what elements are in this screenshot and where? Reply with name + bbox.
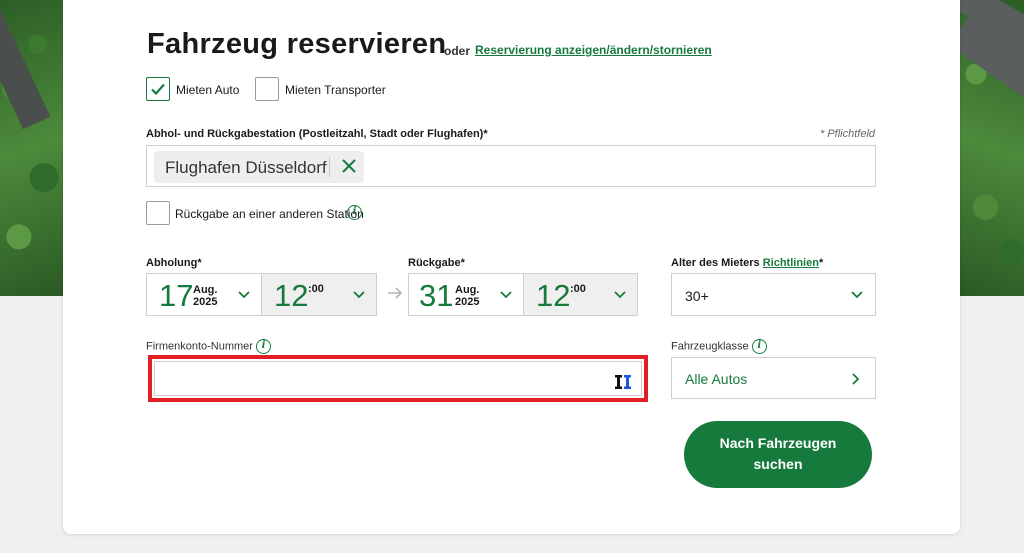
pickup-date-select[interactable]: 17 Aug. 2025 <box>146 273 262 316</box>
info-icon[interactable]: i <box>751 339 767 354</box>
station-chip-text: Flughafen Düsseldorf <box>165 158 327 177</box>
search-button-line1: Nach Fahrzeugen <box>719 435 837 451</box>
chevron-down-icon <box>238 291 250 299</box>
pickup-hour: 12 <box>274 278 309 313</box>
return-month: Aug. <box>455 284 480 296</box>
company-account-label: Firmenkonto-Nummer i <box>146 339 272 354</box>
reservation-form-card: Fahrzeug reservieren oder Reservierung a… <box>63 0 960 534</box>
arrow-right-icon <box>388 287 403 299</box>
checkmark-icon <box>151 83 165 96</box>
age-value: 30+ <box>685 288 709 304</box>
info-icon[interactable]: i <box>347 205 362 220</box>
return-time-select[interactable]: 12 :00 <box>523 273 638 316</box>
manage-reservation-link[interactable]: Reservierung anzeigen/ändern/stornieren <box>475 43 712 57</box>
chevron-down-icon <box>353 291 365 299</box>
car-checkbox[interactable] <box>146 77 170 101</box>
required-note: * Pflichtfeld <box>820 128 876 140</box>
pickup-month: Aug. <box>193 284 218 296</box>
close-icon[interactable] <box>339 156 359 176</box>
company-account-highlight <box>148 355 648 402</box>
age-label-text: Alter des Mieters <box>671 257 760 269</box>
password-manager-icon[interactable] <box>615 375 631 389</box>
chevron-right-icon <box>852 373 860 385</box>
car-checkbox-label: Mieten Auto <box>176 83 240 97</box>
pickup-day: 17 <box>159 278 194 313</box>
or-text: oder <box>444 44 471 58</box>
vehicle-class-value: Alle Autos <box>685 371 748 387</box>
chevron-down-icon <box>614 291 626 299</box>
pickup-label: Abholung* <box>146 257 202 269</box>
pickup-year: 2025 <box>193 296 218 308</box>
background-image-left <box>0 0 63 296</box>
search-vehicles-button[interactable]: Nach Fahrzeugen suchen <box>684 421 872 488</box>
return-year: 2025 <box>455 296 480 308</box>
station-label: Abhol- und Rückgabestation (Postleitzahl… <box>146 128 488 140</box>
vehicle-class-label: Fahrzeugklasse i <box>671 339 767 354</box>
station-input[interactable]: Flughafen Düsseldorf <box>146 145 876 187</box>
transporter-checkbox-label: Mieten Transporter <box>285 83 386 97</box>
chip-divider <box>329 157 330 177</box>
company-account-input[interactable] <box>155 362 641 395</box>
age-required-mark: * <box>818 257 824 269</box>
vehicle-class-label-text: Fahrzeugklasse <box>671 340 749 353</box>
age-label: Alter des Mieters Richtlinien* <box>671 257 823 269</box>
vehicle-class-select[interactable]: Alle Autos <box>671 357 876 399</box>
pickup-time-select[interactable]: 12 :00 <box>261 273 377 316</box>
chevron-down-icon <box>500 291 512 299</box>
background-image-right <box>960 0 1024 296</box>
search-button-line2: suchen <box>753 456 803 472</box>
station-chip: Flughafen Düsseldorf <box>154 151 364 183</box>
age-select[interactable]: 30+ <box>671 273 876 316</box>
transporter-checkbox[interactable] <box>255 77 279 101</box>
age-guidelines-link[interactable]: Richtlinien <box>763 257 819 269</box>
return-day: 31 <box>419 278 454 313</box>
return-other-station-checkbox[interactable] <box>146 201 170 225</box>
info-icon[interactable]: i <box>256 339 272 354</box>
return-other-station-label: Rückgabe an einer anderen Station <box>175 207 364 221</box>
form-title: Fahrzeug reservieren <box>147 28 447 60</box>
return-label: Rückgabe* <box>408 257 465 269</box>
return-minute: :00 <box>570 283 586 295</box>
company-account-field <box>154 361 642 396</box>
chevron-down-icon <box>851 291 863 299</box>
return-date-select[interactable]: 31 Aug. 2025 <box>408 273 524 316</box>
company-account-label-text: Firmenkonto-Nummer <box>146 340 253 353</box>
pickup-minute: :00 <box>308 283 324 295</box>
return-hour: 12 <box>536 278 571 313</box>
